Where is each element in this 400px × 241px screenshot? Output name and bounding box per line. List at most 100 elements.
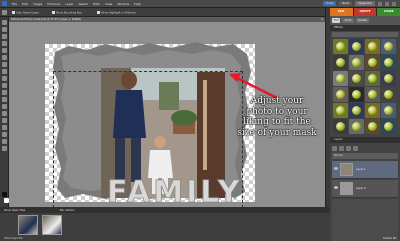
menu-list: File Edit Image Enhance Layer Select Fil… — [12, 2, 141, 6]
lock-icon[interactable] — [353, 145, 358, 151]
highlight-checkbox[interactable]: Show Highlight on Rollover — [97, 11, 136, 15]
lasso-tool-icon[interactable] — [2, 48, 7, 53]
effect-thumbnail[interactable] — [381, 71, 396, 86]
palette-bin-toggle[interactable]: Palette Bin — [383, 237, 397, 240]
maximize-icon[interactable] — [385, 1, 389, 6]
effect-thumbnail[interactable] — [349, 71, 364, 86]
effects-category-dropdown[interactable] — [332, 32, 398, 37]
eye-icon[interactable] — [334, 167, 338, 170]
bin-thumbnail[interactable] — [18, 215, 38, 235]
undo-button[interactable]: Undo — [322, 1, 337, 6]
healing-brush-tool-icon[interactable] — [2, 90, 7, 95]
effect-thumbnail[interactable] — [349, 55, 364, 70]
tab-full[interactable]: Full — [332, 18, 341, 23]
effect-thumbnail[interactable] — [381, 87, 396, 102]
effect-thumbnail[interactable] — [365, 87, 380, 102]
layer-thumbnail — [340, 163, 353, 176]
foreground-color-swatch[interactable] — [2, 192, 7, 197]
bounding-box-checkbox[interactable]: Show Bounding Box — [52, 11, 82, 15]
bounding-box[interactable] — [53, 71, 243, 207]
effects-panel-header[interactable]: Effects — [330, 25, 400, 31]
eyedropper-tool-icon[interactable] — [2, 34, 7, 39]
trash-icon[interactable] — [346, 145, 351, 151]
sponge-tool-icon[interactable] — [2, 146, 7, 151]
close-icon[interactable] — [392, 1, 396, 6]
effect-thumbnail[interactable] — [381, 55, 396, 70]
tab-create[interactable]: CREATE — [353, 8, 377, 16]
menu-window[interactable]: Window — [117, 2, 129, 6]
minimize-icon[interactable] — [378, 1, 382, 6]
effect-thumbnail[interactable] — [365, 103, 380, 118]
canvas-area[interactable]: FAMILY Adjust your photo to your liking … — [9, 22, 325, 207]
effect-thumbnail[interactable] — [349, 103, 364, 118]
auto-select-checkbox[interactable]: Auto Select Layer — [12, 11, 39, 15]
effect-thumbnail[interactable] — [381, 103, 396, 118]
effect-thumbnail[interactable] — [349, 119, 364, 134]
layer-row[interactable]: Layer 1 — [332, 161, 398, 179]
eye-icon[interactable] — [334, 186, 338, 189]
tab-edit[interactable]: EDIT — [330, 8, 353, 16]
menu-select[interactable]: Select — [79, 2, 88, 6]
effect-thumbnail[interactable] — [333, 119, 348, 134]
menu-view[interactable]: View — [105, 2, 112, 6]
effect-thumbnail[interactable] — [381, 39, 396, 54]
effect-thumbnail[interactable] — [333, 55, 348, 70]
zoom-tool-icon[interactable] — [2, 20, 7, 25]
menu-edit[interactable]: Edit — [22, 2, 28, 6]
effect-preview-sphere-icon — [352, 90, 361, 99]
effect-preview-sphere-icon — [352, 122, 361, 131]
tab-guided[interactable]: Guided — [355, 18, 370, 23]
effect-thumbnail[interactable] — [349, 39, 364, 54]
tab-quick[interactable]: Quick — [342, 18, 354, 23]
adjustment-layer-icon[interactable] — [339, 145, 344, 151]
effect-thumbnail[interactable] — [333, 71, 348, 86]
blend-mode-select[interactable]: Normal — [332, 153, 398, 159]
new-layer-icon[interactable] — [332, 145, 337, 151]
effect-thumbnail[interactable] — [349, 87, 364, 102]
tab-share[interactable]: SHARE — [377, 8, 400, 16]
effect-preview-sphere-icon — [384, 106, 393, 115]
marquee-tool-icon[interactable] — [2, 41, 7, 46]
menu-layer[interactable]: Layer — [65, 2, 73, 6]
menu-enhance[interactable]: Enhance — [47, 2, 60, 6]
move-tool-icon[interactable] — [2, 10, 7, 15]
close-document-icon[interactable]: ✕ — [321, 18, 323, 21]
effect-thumbnail[interactable] — [365, 39, 380, 54]
organizer-button[interactable]: Organizer — [355, 1, 375, 6]
clone-stamp-tool-icon[interactable] — [2, 97, 7, 102]
effect-thumbnail[interactable] — [333, 39, 348, 54]
cookie-cutter-tool-icon[interactable] — [2, 76, 7, 81]
effect-thumbnail[interactable] — [333, 103, 348, 118]
redo-button[interactable]: Redo — [339, 1, 353, 6]
gradient-tool-icon[interactable] — [2, 125, 7, 130]
app-logo-icon — [2, 1, 7, 6]
crop-tool-icon[interactable] — [2, 69, 7, 74]
layers-panel-header[interactable]: Layers — [330, 137, 400, 143]
effect-thumbnail[interactable] — [365, 71, 380, 86]
eraser-tool-icon[interactable] — [2, 104, 7, 109]
menu-file[interactable]: File — [12, 2, 17, 6]
layer-row[interactable]: Layer 0 — [332, 180, 398, 198]
bin-actions-menu[interactable]: Bin Actions — [60, 209, 74, 212]
menu-help[interactable]: Help — [134, 2, 141, 6]
effect-thumbnail[interactable] — [333, 87, 348, 102]
type-tool-icon[interactable] — [2, 62, 7, 67]
paint-bucket-tool-icon[interactable] — [2, 118, 7, 123]
shape-tool-icon[interactable] — [2, 132, 7, 137]
blur-tool-icon[interactable] — [2, 139, 7, 144]
red-eye-tool-icon[interactable] — [2, 83, 7, 88]
effect-preview-sphere-icon — [384, 90, 393, 99]
menu-filter[interactable]: Filter — [93, 2, 100, 6]
menu-image[interactable]: Image — [33, 2, 42, 6]
effect-preview-sphere-icon — [352, 58, 361, 67]
effect-thumbnail[interactable] — [365, 119, 380, 134]
effect-thumbnail[interactable] — [365, 55, 380, 70]
hand-tool-icon[interactable] — [2, 27, 7, 32]
show-open-files-dropdown[interactable]: Show Open Files — [4, 209, 25, 212]
effect-thumbnail[interactable] — [381, 119, 396, 134]
bin-thumbnail[interactable] — [42, 215, 62, 235]
brush-tool-icon[interactable] — [2, 111, 7, 116]
menu-bar: File Edit Image Enhance Layer Select Fil… — [0, 0, 400, 8]
magic-wand-tool-icon[interactable] — [2, 55, 7, 60]
hide-project-bin[interactable]: Hide Project Bin — [4, 237, 23, 240]
